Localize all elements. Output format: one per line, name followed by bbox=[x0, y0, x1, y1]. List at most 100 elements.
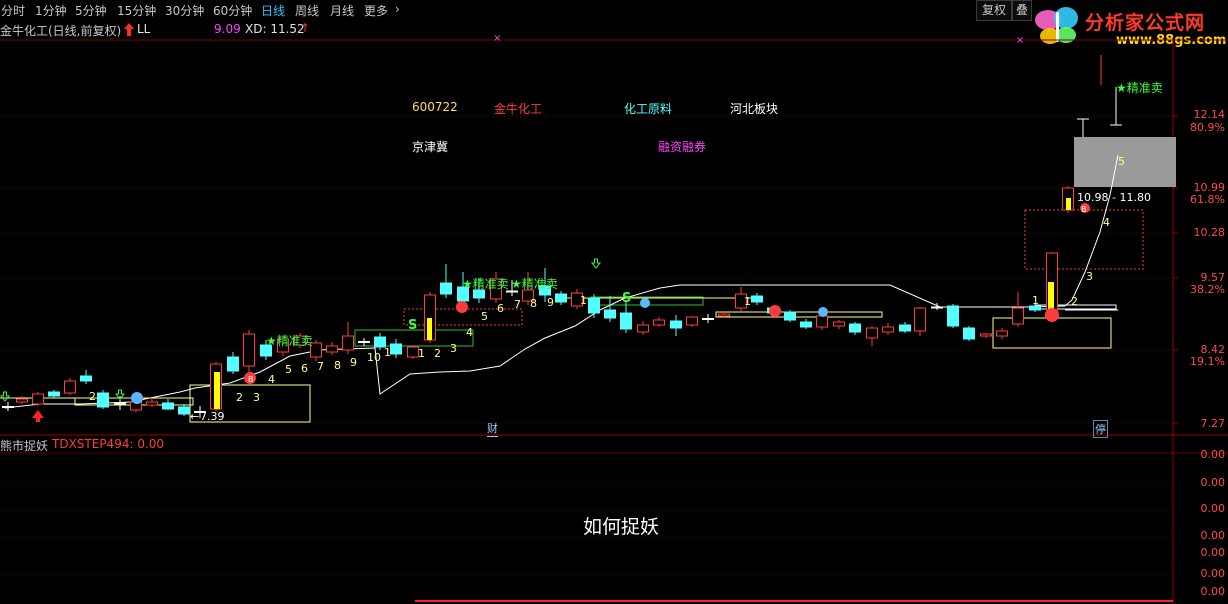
blue-ball-icon bbox=[640, 298, 650, 308]
sell-signal-label: ★精准卖 bbox=[511, 277, 558, 291]
candle-body bbox=[963, 327, 975, 340]
candle-body bbox=[816, 315, 828, 328]
candle-body bbox=[751, 295, 763, 303]
svg-text:1: 1 bbox=[384, 346, 391, 359]
stock-region: 京津冀 bbox=[412, 140, 449, 154]
candle-body bbox=[326, 345, 338, 353]
stock-margin-tag: 融资融券 bbox=[658, 140, 707, 154]
svg-text:7: 7 bbox=[514, 298, 521, 311]
candle-body bbox=[162, 402, 174, 410]
svg-text:3: 3 bbox=[450, 342, 457, 355]
red-ball-icon bbox=[1045, 308, 1059, 322]
blue-ball-icon bbox=[131, 392, 143, 404]
svg-text:7: 7 bbox=[317, 360, 324, 373]
candle-body bbox=[980, 333, 992, 337]
red-ball-icon bbox=[769, 305, 781, 317]
candle-body bbox=[342, 335, 354, 351]
candle-body bbox=[555, 293, 567, 303]
candle-body bbox=[440, 282, 452, 295]
stock-code: 600722 bbox=[412, 100, 458, 114]
candle-body bbox=[588, 297, 600, 314]
candle-body bbox=[849, 323, 861, 333]
candle-body bbox=[784, 311, 796, 321]
stock-industry: 化工原料 bbox=[624, 102, 673, 116]
indicator-title: 如何捉妖 bbox=[583, 516, 660, 538]
svg-text:1: 1 bbox=[1032, 294, 1039, 307]
finance-marker[interactable]: 财 bbox=[487, 420, 498, 437]
buy-arrow-icon bbox=[32, 410, 44, 422]
indicator-name[interactable]: 熊市捉妖 bbox=[0, 437, 48, 454]
candle-body bbox=[718, 313, 730, 317]
candle-body bbox=[1012, 307, 1024, 325]
halt-marker[interactable]: 停 bbox=[1093, 420, 1108, 438]
fib-axis-label: 61.8% bbox=[1190, 193, 1225, 206]
candle-body bbox=[899, 324, 911, 332]
price-axis-label: 10.28 bbox=[1193, 226, 1226, 239]
candle-body bbox=[2, 406, 14, 408]
candle-body bbox=[178, 406, 190, 415]
indicator-axis-label: 0.00 bbox=[1200, 567, 1226, 580]
svg-text:2: 2 bbox=[236, 391, 243, 404]
indicator-axis-label: 0.00 bbox=[1200, 585, 1226, 598]
low-price-label: 7.39 bbox=[200, 410, 225, 423]
svg-text:×: × bbox=[1016, 35, 1024, 46]
candle-body bbox=[833, 321, 845, 327]
candle-body bbox=[882, 326, 894, 333]
svg-text:5: 5 bbox=[285, 363, 292, 376]
price-axis-label: 12.14 bbox=[1193, 108, 1226, 121]
svg-text:4: 4 bbox=[1103, 216, 1110, 229]
price-axis: 12.14 80.9% 10.99 61.8% 10.28 9.57 38.2%… bbox=[1173, 40, 1228, 435]
candle-body bbox=[407, 346, 419, 358]
indicator-axis-label: 0.00 bbox=[1200, 476, 1226, 489]
svg-text:1: 1 bbox=[418, 347, 425, 360]
indicator-axis-label: 0.00 bbox=[1200, 502, 1226, 515]
svg-text:4: 4 bbox=[268, 373, 275, 386]
svg-text:B: B bbox=[248, 375, 254, 384]
svg-text:×: × bbox=[493, 33, 501, 44]
candlestick-series bbox=[2, 186, 1074, 418]
candle-body bbox=[866, 327, 878, 339]
red-ball-icon bbox=[456, 301, 468, 313]
candle-body bbox=[114, 402, 126, 405]
candle-body bbox=[947, 305, 959, 327]
candle-body bbox=[702, 318, 714, 320]
fib-axis-label: 38.2% bbox=[1190, 283, 1225, 296]
svg-text:9: 9 bbox=[350, 356, 357, 369]
indicator-param: TDXSTEP494: 0.00 bbox=[52, 437, 165, 451]
svg-text:2: 2 bbox=[434, 347, 441, 360]
svg-text:3: 3 bbox=[253, 391, 260, 404]
candle-body bbox=[227, 356, 239, 372]
svg-text:6: 6 bbox=[301, 362, 308, 375]
fib-axis-label: 19.1% bbox=[1190, 355, 1225, 368]
candle-body bbox=[653, 319, 665, 326]
candle-body bbox=[637, 324, 649, 333]
svg-text:1: 1 bbox=[744, 295, 751, 308]
candle-body bbox=[686, 316, 698, 326]
svg-text:4: 4 bbox=[466, 326, 473, 339]
svg-text:9: 9 bbox=[547, 296, 554, 309]
svg-text:6: 6 bbox=[497, 302, 504, 315]
candle-body bbox=[914, 307, 926, 332]
s-signal-marker: S bbox=[622, 291, 632, 306]
indicator-axis-label: 0.00 bbox=[1200, 529, 1226, 542]
candle-body bbox=[32, 393, 44, 405]
candle-body bbox=[996, 330, 1008, 337]
candle-body bbox=[604, 309, 616, 319]
candle-body bbox=[800, 321, 812, 328]
candle-body bbox=[620, 312, 632, 330]
sell-signal-label: ★精准卖 bbox=[462, 277, 509, 291]
svg-text:3: 3 bbox=[1086, 270, 1093, 283]
candle-body bbox=[48, 391, 60, 397]
blue-ball-icon bbox=[818, 307, 828, 317]
price-range-label: 10.98 - 11.80 bbox=[1077, 191, 1151, 204]
svg-text:10: 10 bbox=[367, 351, 381, 364]
svg-text:8: 8 bbox=[530, 297, 537, 310]
svg-text:5: 5 bbox=[481, 310, 488, 323]
svg-text:1: 1 bbox=[580, 294, 587, 307]
candle-body bbox=[670, 320, 682, 329]
svg-text:B: B bbox=[1081, 205, 1087, 214]
price-axis-label: 7.27 bbox=[1200, 417, 1226, 430]
svg-text:8: 8 bbox=[334, 359, 341, 372]
s-signal-marker: S bbox=[408, 318, 418, 333]
indicator-axis: 0.00 0.00 0.00 0.00 0.00 0.00 0.00 bbox=[1173, 440, 1228, 604]
